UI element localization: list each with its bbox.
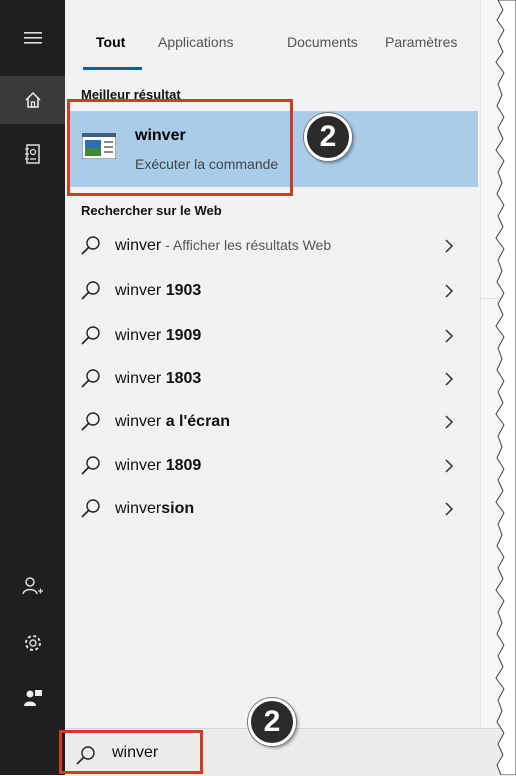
hamburger-icon — [23, 32, 42, 44]
chevron-right-icon — [445, 372, 454, 386]
tab-documents[interactable]: Documents — [287, 34, 358, 50]
web-result-label: winver - Afficher les résultats Web — [115, 237, 332, 254]
web-result-row[interactable]: winver 1809 — [69, 446, 478, 486]
web-result-row[interactable]: winver 1803 — [69, 359, 478, 399]
web-result-row[interactable]: winver 1909 — [69, 316, 478, 356]
web-result-label: winversion — [115, 500, 195, 517]
tab-tout[interactable]: Tout — [96, 34, 125, 50]
filter-tabs: Tout Applications Documents Paramètres W — [65, 0, 495, 76]
web-result-label: winver 1909 — [115, 327, 202, 344]
home-icon — [24, 91, 41, 108]
chevron-right-icon — [445, 284, 454, 298]
settings-button[interactable] — [0, 619, 65, 667]
search-icon — [81, 456, 100, 475]
hamburger-menu-button[interactable] — [0, 14, 65, 62]
web-result-label: winver a l'écran — [115, 413, 230, 430]
settings-gear-icon — [24, 635, 41, 651]
left-rail — [0, 0, 65, 775]
feedback-icon — [23, 690, 42, 706]
step-badge: 2 — [304, 113, 352, 161]
notebook-icon — [24, 144, 40, 164]
web-result-label: winver 1903 — [115, 282, 202, 299]
highlight-box-search — [59, 730, 203, 774]
web-result-row[interactable]: winversion — [69, 489, 478, 529]
feedback-button[interactable] — [0, 674, 65, 722]
search-icon — [81, 236, 100, 255]
search-icon — [81, 499, 100, 518]
search-icon — [81, 281, 100, 300]
web-result-row[interactable]: winver a l'écran — [69, 402, 478, 442]
chevron-right-icon — [445, 459, 454, 473]
chevron-right-icon — [445, 502, 454, 516]
search-icon — [81, 326, 100, 345]
search-icon — [81, 412, 100, 431]
chevron-right-icon — [445, 329, 454, 343]
account-button[interactable] — [0, 562, 65, 610]
tab-applications[interactable]: Applications — [158, 34, 234, 50]
account-add-icon — [21, 577, 43, 595]
search-icon — [81, 369, 100, 388]
web-result-row[interactable]: winver - Afficher les résultats Web — [69, 226, 478, 266]
notebook-button[interactable] — [0, 130, 65, 178]
chevron-right-icon — [445, 415, 454, 429]
active-tab-indicator — [83, 67, 142, 70]
torn-edge-decoration — [495, 0, 516, 775]
step-badge: 2 — [248, 698, 296, 746]
web-result-label: winver 1809 — [115, 457, 202, 474]
web-result-row[interactable]: winver 1903 — [69, 271, 478, 311]
highlight-box-best-match — [67, 99, 293, 196]
web-result-label: winver 1803 — [115, 370, 202, 387]
home-button[interactable] — [0, 76, 65, 124]
web-search-heading: Rechercher sur le Web — [81, 203, 222, 218]
chevron-right-icon — [445, 239, 454, 253]
tab-parametres[interactable]: Paramètres — [385, 34, 457, 50]
